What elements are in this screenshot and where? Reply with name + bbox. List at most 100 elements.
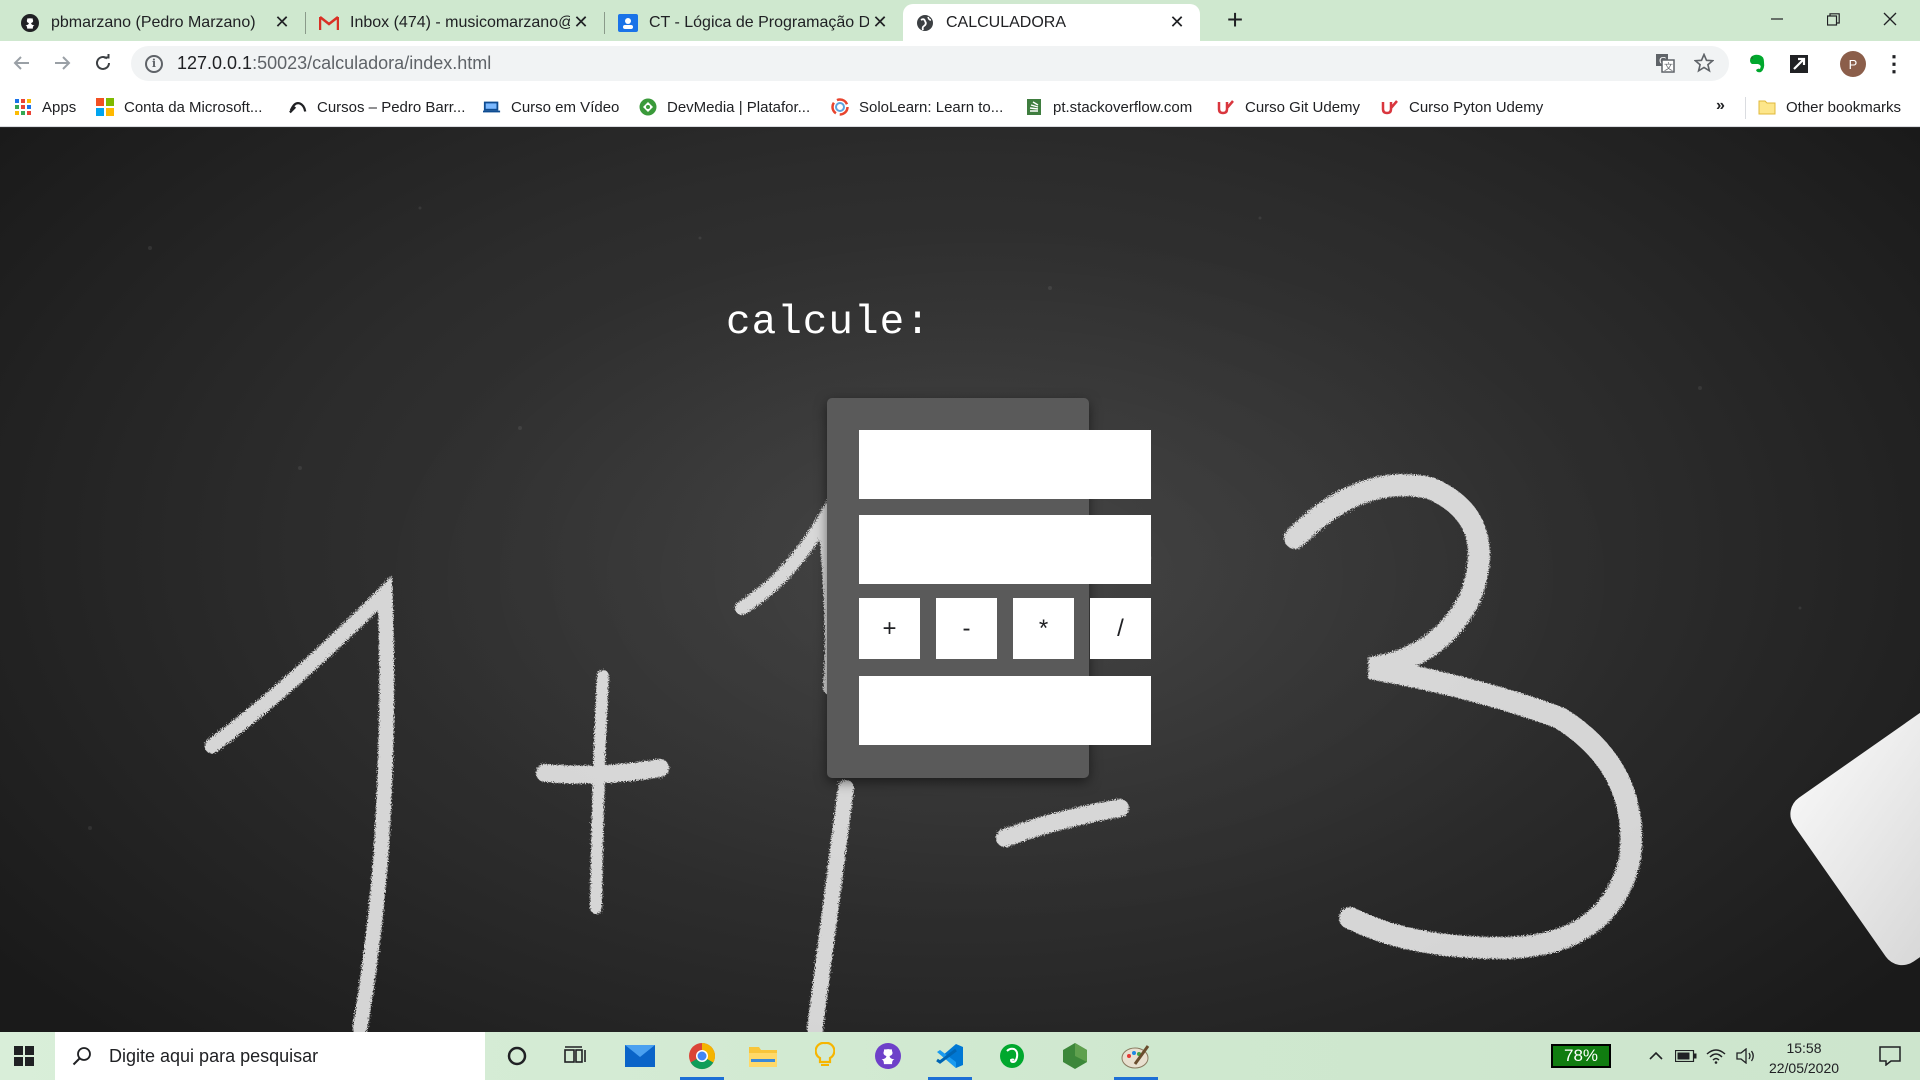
bookmarks-bar: Apps Conta da Microsoft... Cursos – Pedr… [0, 87, 1920, 127]
bookmark-label: Cursos – Pedro Barr... [317, 98, 466, 116]
reload-button[interactable] [86, 46, 120, 80]
other-bookmarks[interactable]: Other bookmarks [1758, 95, 1901, 119]
taskbar-file-explorer[interactable] [735, 1032, 791, 1080]
wifi-icon [1706, 1049, 1726, 1064]
arrow-left-icon [13, 56, 29, 70]
taskbar-search[interactable]: Digite aqui para pesquisar [55, 1032, 485, 1080]
taskbar-mail[interactable] [612, 1032, 668, 1080]
minimize-icon [1771, 18, 1783, 20]
close-icon[interactable]: ✕ [570, 12, 592, 34]
bookmark-microsoft[interactable]: Conta da Microsoft... [96, 95, 262, 119]
task-view-button[interactable] [548, 1032, 604, 1080]
divide-button[interactable]: / [1090, 598, 1151, 659]
github-icon [875, 1043, 901, 1069]
bookmark-cursos[interactable]: Cursos – Pedro Barr... [289, 95, 465, 119]
back-button[interactable] [5, 46, 39, 80]
result-field[interactable] [859, 676, 1151, 745]
taskbar-vscode[interactable] [922, 1032, 978, 1080]
close-icon[interactable]: ✕ [1166, 12, 1188, 34]
cortana-button[interactable] [489, 1032, 545, 1080]
reload-icon [96, 54, 110, 70]
taskbar-github-desktop[interactable] [860, 1032, 916, 1080]
restore-button[interactable] [1805, 0, 1861, 38]
close-window-button[interactable] [1862, 0, 1918, 38]
cursos-icon [289, 98, 307, 116]
tab-github[interactable]: pbmarzano (Pedro Marzano) ✕ [8, 4, 305, 41]
restore-icon [1826, 12, 1840, 26]
tab-separator [305, 12, 306, 34]
battery-percentage-badge[interactable]: 78% [1551, 1044, 1611, 1068]
translate-icon[interactable]: G文 [1651, 49, 1679, 77]
evernote-icon[interactable] [1744, 51, 1770, 77]
bookmark-python-udemy[interactable]: Curso Pyton Udemy [1381, 95, 1543, 119]
apps-grid-icon [14, 98, 32, 116]
tab-classroom[interactable]: CT - Lógica de Programação DES ✕ [606, 4, 903, 41]
url-path: :50023/calculadora/index.html [252, 53, 492, 73]
search-icon [71, 1045, 93, 1067]
chevron-up-icon [1649, 1051, 1663, 1060]
bookmark-sololearn[interactable]: SoloLearn: Learn to... [831, 95, 1003, 119]
bookmark-stackoverflow[interactable]: pt.stackoverflow.com [1025, 95, 1192, 119]
start-button[interactable] [0, 1032, 48, 1080]
tab-title: Inbox (474) - musicomarzano@g [350, 13, 570, 31]
bookmarks-divider [1745, 97, 1746, 119]
microsoft-icon [96, 98, 114, 116]
udemy-icon [1217, 98, 1235, 116]
action-center-button[interactable] [1865, 1032, 1915, 1080]
taskbar-paint[interactable] [1108, 1032, 1164, 1080]
tab-gmail[interactable]: Inbox (474) - musicomarzano@g ✕ [307, 4, 604, 41]
address-bar[interactable]: i 127.0.0.1:50023/calculadora/index.html [131, 46, 1729, 81]
task-view-icon [564, 1046, 586, 1063]
subtract-button[interactable]: - [936, 598, 997, 659]
close-icon[interactable]: ✕ [271, 12, 293, 34]
bookmark-label: Curso em Vídeo [511, 98, 620, 116]
star-icon[interactable] [1690, 49, 1718, 77]
new-tab-button[interactable]: + [1219, 5, 1251, 37]
battery-tray-button[interactable] [1672, 1032, 1700, 1080]
add-button[interactable]: + [859, 598, 920, 659]
github-icon [20, 13, 40, 33]
bookmark-cursoemvideo[interactable]: Curso em Vídeo [483, 95, 619, 119]
search-placeholder: Digite aqui para pesquisar [109, 1045, 319, 1066]
nodejs-icon [1063, 1043, 1087, 1069]
close-icon[interactable]: ✕ [869, 12, 891, 34]
extension-icon[interactable] [1786, 51, 1812, 77]
folder-icon [749, 1047, 777, 1067]
mail-icon [625, 1045, 655, 1067]
clock-date: 22/05/2020 [1768, 1060, 1840, 1076]
tab-title: pbmarzano (Pedro Marzano) [51, 13, 256, 31]
volume-tray-button[interactable] [1732, 1032, 1760, 1080]
bookmark-label: Curso Git Udemy [1245, 98, 1361, 116]
bookmark-devmedia[interactable]: DevMedia | Platafor... [639, 95, 810, 119]
taskbar-evernote[interactable] [984, 1032, 1040, 1080]
cursoemvideo-icon [483, 98, 501, 116]
minimize-button[interactable] [1749, 0, 1805, 38]
clock-time: 15:58 [1786, 1040, 1822, 1056]
vscode-icon [936, 1044, 963, 1068]
tab-calculadora[interactable]: CALCULADORA ✕ [903, 4, 1200, 41]
bookmark-label: Apps [42, 98, 77, 116]
profile-avatar[interactable]: P [1840, 51, 1866, 77]
tab-strip: pbmarzano (Pedro Marzano) ✕ Inbox (474) … [0, 0, 1920, 41]
taskbar-clock[interactable]: 15:58 22/05/2020 [1762, 1038, 1846, 1078]
taskbar-lightbulb-app[interactable] [797, 1032, 853, 1080]
show-hidden-icons-button[interactable] [1642, 1032, 1670, 1080]
bookmarks-overflow-button[interactable]: » [1716, 97, 1725, 115]
wifi-tray-button[interactable] [1702, 1032, 1730, 1080]
cortana-icon [507, 1046, 527, 1066]
bookmark-git-udemy[interactable]: Curso Git Udemy [1217, 95, 1360, 119]
bookmark-apps[interactable]: Apps [14, 95, 76, 119]
menu-kebab-icon[interactable]: ⋮ [1883, 49, 1905, 79]
info-icon[interactable]: i [145, 54, 163, 73]
taskbar-chrome[interactable] [674, 1032, 730, 1080]
number-input-1[interactable] [859, 430, 1151, 499]
stackoverflow-icon [1025, 98, 1043, 116]
close-icon [1883, 12, 1897, 26]
classroom-icon [618, 13, 638, 33]
forward-button[interactable] [45, 46, 79, 80]
number-input-2[interactable] [859, 515, 1151, 584]
multiply-button[interactable]: * [1013, 598, 1074, 659]
taskbar-nodejs[interactable] [1047, 1032, 1103, 1080]
browser-toolbar: i 127.0.0.1:50023/calculadora/index.html… [0, 41, 1920, 87]
bookmark-label: Curso Pyton Udemy [1409, 98, 1544, 116]
